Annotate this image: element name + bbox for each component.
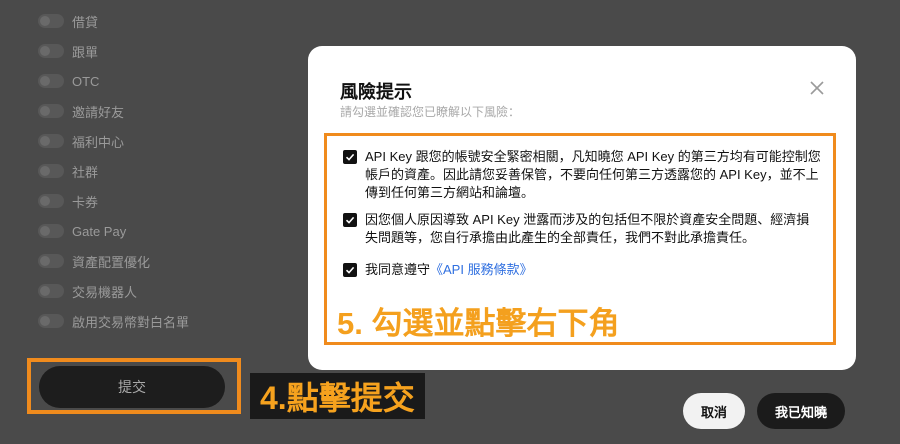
toggle-switch[interactable] — [38, 14, 64, 28]
permission-row-otc[interactable]: OTC — [38, 70, 99, 92]
risk-warning-modal: 風險提示 請勾選並確認您已瞭解以下風險： API Key 跟您的帳號安全緊密相關… — [308, 46, 856, 429]
confirm-button[interactable]: 我已知曉 — [757, 393, 845, 429]
risk-item-key-security: API Key 跟您的帳號安全緊密相關，凡知曉您 API Key 的第三方均有可… — [343, 148, 821, 202]
permission-row-pair-whitelist[interactable]: 啟用交易幣對白名單 — [38, 310, 189, 332]
toggle-switch[interactable] — [38, 194, 64, 208]
cancel-button[interactable]: 取消 — [683, 393, 745, 429]
permission-label: 卡券 — [72, 194, 99, 210]
permission-label: 啟用交易幣對白名單 — [72, 314, 190, 330]
api-terms-link[interactable]: 《API 服務條款》 — [430, 262, 533, 277]
permission-label: 福利中心 — [72, 134, 125, 150]
toggle-switch[interactable] — [38, 284, 64, 298]
submit-button[interactable]: 提交 — [39, 366, 225, 408]
check-icon — [345, 266, 355, 274]
permission-label: 交易機器人 — [72, 284, 138, 300]
permission-label: 借貸 — [72, 14, 99, 30]
permission-label: Gate Pay — [72, 223, 127, 239]
toggle-switch[interactable] — [38, 134, 64, 148]
permission-row-trading-bots[interactable]: 交易機器人 — [38, 280, 137, 302]
permission-row-gate-pay[interactable]: Gate Pay — [38, 220, 126, 242]
permission-row-rewards[interactable]: 福利中心 — [38, 130, 124, 152]
risk-item-terms: 我同意遵守《API 服務條款》 — [343, 261, 533, 279]
risk-item-text: 因您個人原因導致 API Key 泄露而涉及的包括但不限於資產安全問題、經濟損失… — [365, 212, 810, 245]
risk-item-text: 我同意遵守《API 服務條款》 — [365, 261, 533, 279]
permission-label: 社群 — [72, 164, 99, 180]
permission-label: 跟單 — [72, 44, 99, 60]
checkbox-checked[interactable] — [343, 213, 357, 227]
step5-annotation: 5. 勾選並點擊右下角 — [337, 306, 620, 341]
step4-annotation: 4.點擊提交 — [250, 373, 425, 419]
risk-item-liability: 因您個人原因導致 API Key 泄露而涉及的包括但不限於資產安全問題、經濟損失… — [343, 211, 821, 247]
permission-row-invite[interactable]: 邀請好友 — [38, 100, 124, 122]
close-icon[interactable] — [808, 79, 826, 97]
checkbox-checked[interactable] — [343, 150, 357, 164]
toggle-switch[interactable] — [38, 44, 64, 58]
toggle-switch[interactable] — [38, 164, 64, 178]
toggle-switch[interactable] — [38, 104, 64, 118]
permission-row-vouchers[interactable]: 卡券 — [38, 190, 98, 212]
check-icon — [345, 153, 355, 161]
permission-label: OTC — [72, 73, 100, 89]
permission-label: 資產配置優化 — [72, 254, 151, 270]
risk-item-text: API Key 跟您的帳號安全緊密相關，凡知曉您 API Key 的第三方均有可… — [365, 149, 821, 200]
permission-row-community[interactable]: 社群 — [38, 160, 98, 182]
check-icon — [345, 216, 355, 224]
risk-items-highlight-box: API Key 跟您的帳號安全緊密相關，凡知曉您 API Key 的第三方均有可… — [324, 133, 845, 429]
permission-row-copy-trading[interactable]: 跟單 — [38, 40, 98, 62]
modal-subtitle: 請勾選並確認您已瞭解以下風險： — [340, 105, 521, 119]
toggle-switch[interactable] — [38, 314, 64, 328]
permission-label: 邀請好友 — [72, 104, 125, 120]
permission-row-loan[interactable]: 借貸 — [38, 10, 98, 32]
toggle-switch[interactable] — [38, 74, 64, 88]
permission-row-asset-allocation[interactable]: 資產配置優化 — [38, 250, 150, 272]
agree-text: 我同意遵守 — [365, 262, 431, 277]
toggle-switch[interactable] — [38, 224, 64, 238]
toggle-switch[interactable] — [38, 254, 64, 268]
modal-title: 風險提示 — [340, 82, 412, 102]
checkbox-checked[interactable] — [343, 263, 357, 277]
